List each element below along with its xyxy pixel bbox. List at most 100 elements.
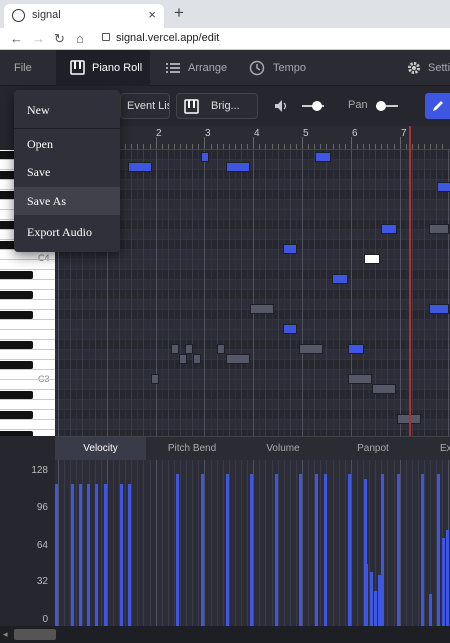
note[interactable]	[332, 274, 348, 284]
velocity-bar[interactable]	[95, 483, 98, 626]
velocity-bar[interactable]	[348, 474, 351, 626]
note[interactable]	[283, 244, 297, 254]
velocity-bar[interactable]	[275, 474, 278, 626]
velocity-bar[interactable]	[324, 474, 327, 626]
event-list-button[interactable]: Event List	[120, 93, 170, 119]
tab-panpot[interactable]: Panpot	[328, 437, 418, 461]
velocity-bar[interactable]	[79, 483, 82, 626]
note[interactable]	[217, 344, 225, 354]
note[interactable]	[348, 344, 364, 354]
velocity-bar[interactable]	[201, 474, 204, 626]
black-key[interactable]	[0, 341, 33, 349]
black-key[interactable]	[0, 271, 33, 279]
note[interactable]	[364, 254, 380, 264]
velocity-bar[interactable]	[381, 474, 384, 626]
black-key[interactable]	[0, 311, 33, 319]
tab-piano-roll[interactable]: Piano Roll	[56, 50, 150, 86]
pencil-tool-button[interactable]	[425, 93, 450, 119]
velocity-bar[interactable]	[104, 483, 107, 626]
black-key[interactable]	[0, 391, 33, 399]
note[interactable]	[429, 304, 449, 314]
tab-pitch-bend[interactable]: Pitch Bend	[146, 437, 238, 461]
note[interactable]	[226, 354, 250, 364]
menu-item-save-as[interactable]: Save As	[14, 187, 120, 215]
menu-item-new[interactable]: New	[14, 96, 120, 124]
browser-tab[interactable]: signal ×	[4, 4, 164, 28]
velocity-bar[interactable]	[120, 483, 123, 626]
black-key[interactable]	[0, 291, 33, 299]
playhead[interactable]	[409, 126, 411, 436]
velocity-bar[interactable]	[250, 474, 253, 626]
velocity-bar[interactable]	[370, 571, 373, 626]
menu-item-export-audio[interactable]: Export Audio	[14, 218, 120, 246]
velocity-bar[interactable]	[446, 530, 449, 626]
velocity-graph[interactable]	[55, 460, 450, 626]
key-label-c4: C4	[38, 253, 50, 263]
note[interactable]	[185, 344, 193, 354]
new-tab-icon[interactable]: +	[174, 3, 184, 23]
note[interactable]	[348, 374, 372, 384]
tab-close-icon[interactable]: ×	[148, 7, 156, 22]
black-key[interactable]	[0, 411, 33, 419]
note[interactable]	[250, 304, 274, 314]
note[interactable]	[437, 182, 450, 192]
home-icon[interactable]: ⌂	[76, 31, 84, 46]
reload-icon[interactable]: ↻	[54, 31, 65, 47]
note[interactable]	[151, 374, 159, 384]
settings-button[interactable]: Setti	[404, 50, 450, 86]
velocity-bar[interactable]	[299, 474, 302, 626]
tab-velocity[interactable]: Velocity	[55, 437, 146, 461]
velocity-bar[interactable]	[365, 563, 368, 626]
volume-slider-thumb[interactable]	[312, 101, 322, 111]
velocity-bar[interactable]	[226, 474, 229, 626]
note[interactable]	[128, 162, 152, 172]
grid-line	[149, 150, 151, 436]
note[interactable]	[372, 384, 396, 394]
key-divider	[0, 399, 55, 400]
velocity-bar[interactable]	[374, 590, 377, 626]
velocity-bar[interactable]	[87, 483, 90, 626]
velocity-bar[interactable]	[71, 483, 74, 626]
note[interactable]	[171, 344, 179, 354]
forward-icon[interactable]: →	[32, 31, 45, 46]
file-menu-button[interactable]: File	[14, 50, 32, 86]
velocity-bar[interactable]	[442, 538, 445, 626]
note[interactable]	[201, 152, 209, 162]
volume-icon[interactable]	[274, 99, 290, 113]
scroll-left-icon[interactable]: ◂	[3, 629, 8, 640]
note[interactable]	[226, 162, 250, 172]
horizontal-scrollbar[interactable]: ◂	[0, 626, 450, 643]
volume-slider[interactable]	[302, 101, 324, 111]
note[interactable]	[193, 354, 201, 364]
tab-tempo[interactable]: Tempo	[246, 50, 316, 86]
velocity-bar[interactable]	[55, 483, 58, 626]
velocity-bar[interactable]	[437, 474, 440, 626]
pan-slider-thumb[interactable]	[376, 101, 386, 111]
back-icon[interactable]: ←	[10, 31, 23, 46]
velocity-bar[interactable]	[429, 594, 432, 626]
note[interactable]	[283, 324, 297, 334]
velocity-bar[interactable]	[397, 474, 400, 626]
instrument-button[interactable]: Brig...	[176, 93, 258, 119]
black-key[interactable]	[0, 361, 33, 369]
velocity-bar[interactable]	[421, 474, 424, 626]
velocity-bar[interactable]	[176, 474, 179, 626]
tab-expression[interactable]: Ex	[418, 437, 450, 461]
pan-slider[interactable]	[376, 101, 398, 111]
ruler-tick	[259, 144, 261, 149]
note[interactable]	[381, 224, 397, 234]
url-field[interactable]: signal.vercel.app/edit	[116, 32, 219, 44]
note[interactable]	[429, 224, 449, 234]
scrollbar-thumb[interactable]	[14, 629, 56, 640]
note[interactable]	[315, 152, 331, 162]
note[interactable]	[299, 344, 323, 354]
menu-item-save[interactable]: Save	[14, 158, 120, 186]
note[interactable]	[179, 354, 187, 364]
menu-item-open[interactable]: Open	[14, 130, 120, 158]
velocity-bar[interactable]	[315, 474, 318, 626]
velocity-bar[interactable]	[128, 483, 131, 626]
black-key[interactable]	[0, 431, 33, 436]
velocity-bar[interactable]	[378, 574, 381, 626]
tab-volume[interactable]: Volume	[238, 437, 328, 461]
tab-arrange[interactable]: Arrange	[160, 50, 240, 86]
